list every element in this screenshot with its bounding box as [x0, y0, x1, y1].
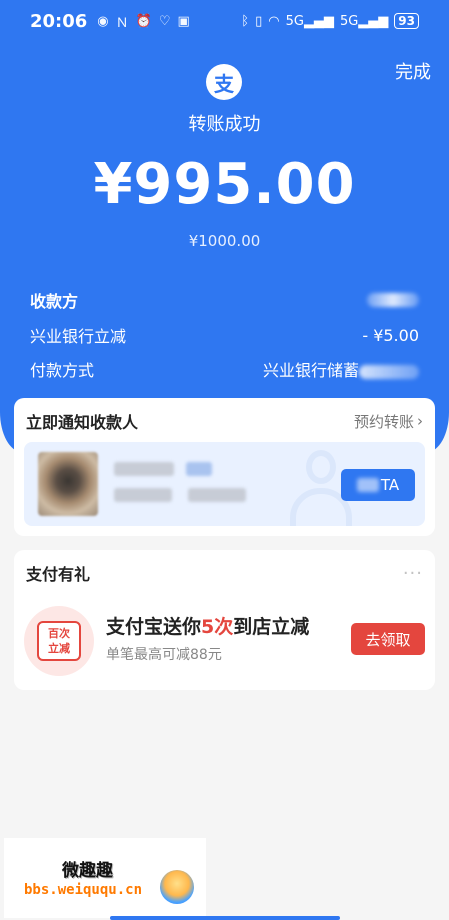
- promo-prefix: 支付宝送你: [106, 616, 202, 638]
- payee-label: 收款方: [30, 292, 79, 311]
- promo-title: 支付宝送你5次到店立减: [106, 612, 309, 639]
- claim-button[interactable]: 去领取: [351, 623, 425, 655]
- gift-card-header: 支付有礼 ···: [26, 562, 423, 585]
- notify-payee-card: 立即通知收款人 预约转账 › TA: [14, 398, 435, 536]
- paid-amount: ¥995.00: [93, 152, 356, 217]
- promo-suffix: 到店立减: [233, 616, 310, 638]
- payment-method-value: 兴业银行储蓄: [262, 361, 359, 380]
- scheduled-transfer-label: 预约转账: [353, 412, 414, 431]
- notify-ta-button[interactable]: TA: [341, 469, 415, 501]
- vibrate-icon: ▯: [255, 13, 263, 29]
- watermark-url: bbs.weiququ.cn: [24, 882, 143, 898]
- promo-highlight: 5次: [201, 616, 234, 638]
- signal-5g-label: 5G: [285, 13, 304, 29]
- done-button[interactable]: 完成: [395, 58, 431, 84]
- transfer-status: 转账成功: [188, 114, 261, 135]
- promo-subtitle: 单笔最高可减88元: [106, 647, 222, 663]
- app-badge-icon: ▣: [177, 13, 190, 29]
- alipay-logo-icon: 支: [206, 64, 242, 100]
- status-time: 20:06: [30, 10, 88, 32]
- signal-5g-icon-2: 5G▂▄▆: [339, 13, 389, 29]
- payment-method-redacted: [359, 364, 419, 379]
- notify-card-header: 立即通知收款人 预约转账 ›: [26, 410, 423, 432]
- payee-info-redacted-3: [114, 488, 172, 502]
- notify-button-redacted: [356, 478, 379, 492]
- scheduled-transfer-link[interactable]: 预约转账 ›: [354, 411, 423, 432]
- coupon-tag: 百次 立减: [37, 621, 81, 661]
- wifi-icon: ◠: [268, 13, 280, 29]
- payee-info-redacted-4: [188, 488, 246, 502]
- payee-avatar: [38, 452, 98, 516]
- payee-info-redacted-1: [114, 462, 174, 476]
- alarm-icon: ⏰: [135, 13, 152, 29]
- notify-title: 立即通知收款人: [26, 413, 139, 432]
- silhouette-head: [306, 450, 336, 484]
- coupon-badge-icon: 百次 立减: [24, 606, 94, 676]
- payee-row: 收款方: [30, 288, 419, 312]
- payee-contact-panel: TA: [24, 442, 425, 526]
- discount-value: - ¥5.00: [362, 325, 419, 345]
- status-bar: 20:06 ◉ Ｎ ⏰ ♡ ▣ ᛒ ▯ ◠ 5G▂▄▆ 5G▂▄▆ 93: [0, 0, 449, 42]
- gift-title: 支付有礼: [26, 565, 91, 584]
- watermark-title: 微趣趣: [62, 861, 113, 881]
- health-icon: ♡: [158, 13, 171, 29]
- notify-button-label: TA: [380, 476, 400, 494]
- original-amount: ¥1000.00: [188, 232, 261, 250]
- signal-5g-label-2: 5G: [339, 13, 359, 29]
- battery-indicator: 93: [394, 13, 419, 29]
- discount-label: 兴业银行立减: [30, 327, 127, 346]
- bluetooth-icon: ᛒ: [241, 13, 250, 29]
- badge-line-2: 立减: [48, 642, 70, 655]
- payee-name-redacted: [367, 293, 419, 307]
- home-indicator[interactable]: [110, 916, 340, 920]
- discount-row: 兴业银行立减 - ¥5.00: [30, 323, 419, 347]
- payee-info-redacted-2: [186, 462, 212, 476]
- payment-method-label: 付款方式: [30, 361, 95, 380]
- mascot-icon: [160, 870, 194, 904]
- payment-method-row: 付款方式 兴业银行储蓄: [30, 357, 419, 381]
- eye-icon: ◉: [97, 13, 109, 29]
- payment-gift-card: 支付有礼 ··· 百次 立减 支付宝送你5次到店立减 单笔最高可减88元 去领取: [14, 550, 435, 690]
- signal-5g-icon: 5G▂▄▆: [285, 13, 334, 29]
- more-options-icon[interactable]: ···: [403, 563, 423, 584]
- chevron-right-icon: ›: [417, 412, 423, 430]
- nfc-icon: Ｎ: [115, 15, 129, 31]
- payment-method-value-wrap: 兴业银行储蓄: [263, 357, 419, 381]
- badge-line-1: 百次: [48, 627, 70, 640]
- forum-watermark: 微趣趣 bbs.weiququ.cn: [4, 838, 206, 918]
